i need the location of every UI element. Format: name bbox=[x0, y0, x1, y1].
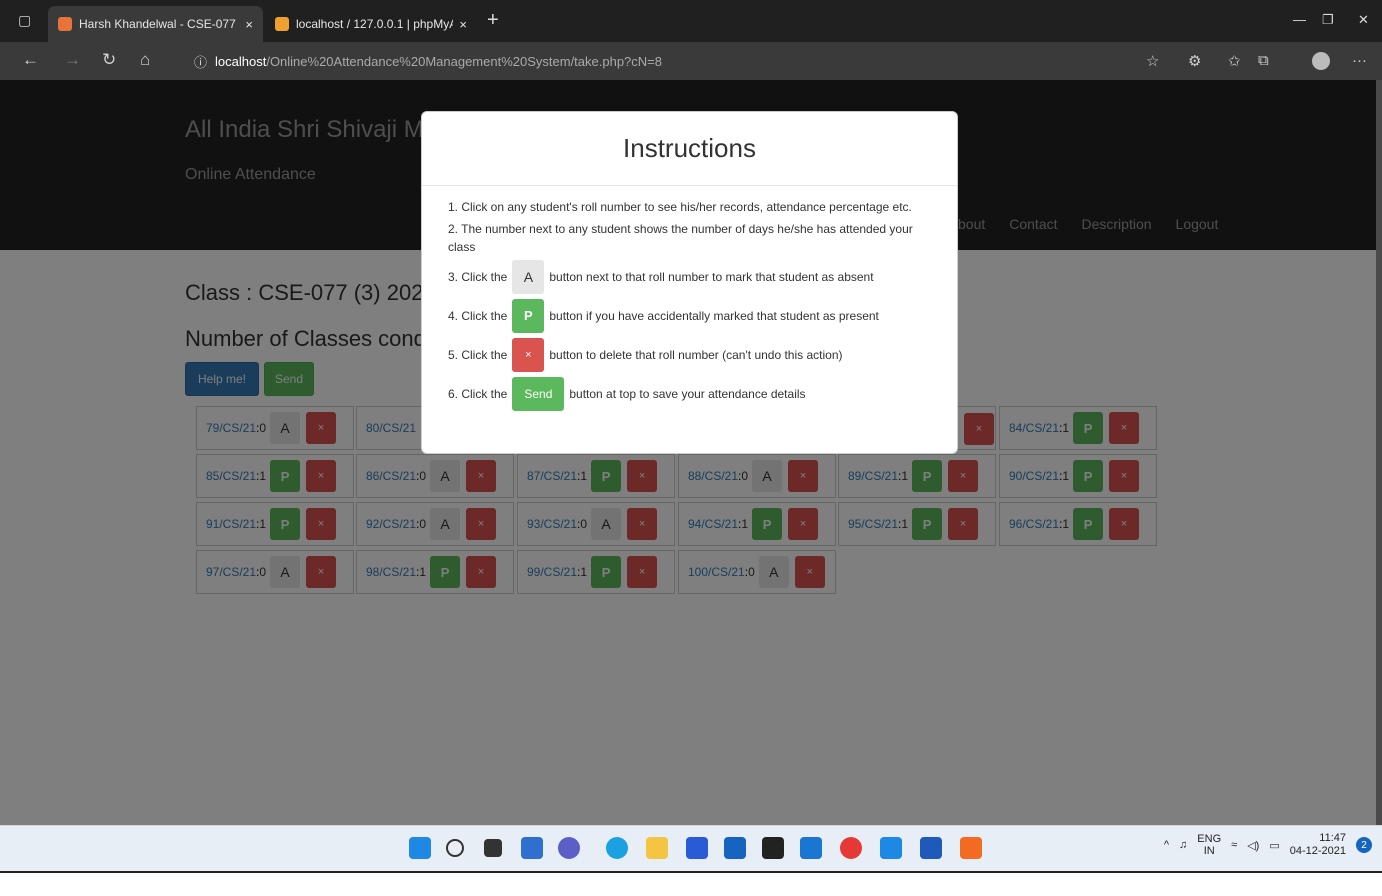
instruction-5-pre: 5. Click the bbox=[448, 348, 508, 362]
file-explorer-icon[interactable] bbox=[646, 837, 668, 859]
page-scrollbar[interactable] bbox=[1376, 80, 1382, 825]
instruction-6: 6. Click the Send button at top to save … bbox=[448, 377, 806, 411]
url-path: /Online%20Attendance%20Management%20Syst… bbox=[266, 53, 662, 69]
clock-time: 11:47 bbox=[1319, 832, 1346, 844]
clock-date: 04-12-2021 bbox=[1289, 845, 1346, 857]
tab-attendance[interactable]: Harsh Khandelwal - CSE-077 (3) · × bbox=[48, 6, 263, 42]
lang-bottom: IN bbox=[1203, 845, 1215, 857]
restore-button[interactable]: ❐ bbox=[1322, 12, 1334, 28]
notification-badge[interactable]: 2 bbox=[1356, 837, 1372, 853]
instruction-3-post: button next to that roll number to mark … bbox=[549, 270, 874, 284]
search-icon[interactable] bbox=[446, 839, 464, 857]
wifi-icon[interactable]: ≈ bbox=[1231, 839, 1237, 851]
microphone-icon[interactable]: ♫ bbox=[1179, 839, 1187, 851]
widgets-icon[interactable] bbox=[521, 837, 543, 859]
sample-delete-button: × bbox=[512, 338, 545, 372]
instruction-4: 4. Click the P button if you have accide… bbox=[448, 299, 879, 333]
instruction-2a: 2. The number next to any student shows … bbox=[448, 222, 913, 236]
browser-toolbar: ← → ↻ ⌂ ⓘ localhost/Online%20Attendance%… bbox=[0, 42, 1382, 80]
vscode-icon[interactable] bbox=[880, 837, 902, 859]
volume-icon[interactable]: ◁) bbox=[1247, 839, 1259, 852]
tab-phpmyadmin[interactable]: localhost / 127.0.0.1 | phpMyAdn × bbox=[265, 6, 477, 42]
chrome-icon[interactable] bbox=[840, 837, 862, 859]
dropbox-icon[interactable] bbox=[762, 837, 784, 859]
instruction-6-post: button at top to save your attendance de… bbox=[569, 387, 806, 401]
modal-title: Instructions bbox=[422, 112, 957, 186]
tab-title: Harsh Khandelwal - CSE-077 (3) · bbox=[79, 17, 239, 31]
close-window-button[interactable]: ✕ bbox=[1358, 12, 1369, 28]
address-bar[interactable]: ⓘ localhost/Online%20Attendance%20Manage… bbox=[180, 47, 1170, 75]
close-tab-icon[interactable]: × bbox=[459, 17, 467, 32]
instruction-5-post: button to delete that roll number (can't… bbox=[549, 348, 843, 362]
profile-avatar-icon[interactable] bbox=[1312, 52, 1330, 70]
app-icon[interactable] bbox=[800, 837, 822, 859]
instruction-3-pre: 3. Click the bbox=[448, 270, 508, 284]
tab-title: localhost / 127.0.0.1 | phpMyAdn bbox=[296, 17, 454, 31]
instruction-5: 5. Click the × button to delete that rol… bbox=[448, 338, 843, 372]
edge-icon[interactable] bbox=[606, 837, 628, 859]
sample-send-button: Send bbox=[512, 377, 565, 411]
instruction-3: 3. Click the A button next to that roll … bbox=[448, 260, 874, 294]
url-host: localhost bbox=[215, 53, 267, 69]
screen: ▢ Harsh Khandelwal - CSE-077 (3) · × loc… bbox=[0, 0, 1382, 896]
tab-actions-icon[interactable]: ▢ bbox=[18, 12, 31, 29]
new-tab-button[interactable]: + bbox=[487, 9, 499, 32]
close-tab-icon[interactable]: × bbox=[245, 17, 253, 32]
sample-present-button: P bbox=[512, 299, 545, 333]
forward-arrow-icon[interactable]: → bbox=[64, 50, 81, 70]
mail-icon[interactable] bbox=[724, 837, 746, 859]
system-tray: ^ ♫ ENG IN ≈ ◁) ▭ 11:47 04-12-2021 2 bbox=[1164, 832, 1372, 858]
site-info-icon[interactable]: ⓘ bbox=[194, 52, 207, 71]
back-arrow-icon[interactable]: ← bbox=[22, 50, 39, 70]
language-indicator[interactable]: ENG IN bbox=[1197, 833, 1221, 857]
bottom-strip bbox=[0, 871, 1382, 896]
instruction-2b: class bbox=[448, 240, 476, 254]
clock[interactable]: 11:47 04-12-2021 bbox=[1290, 832, 1346, 858]
windows-taskbar: ^ ♫ ENG IN ≈ ◁) ▭ 11:47 04-12-2021 2 bbox=[0, 825, 1382, 871]
refresh-icon[interactable]: ↻ bbox=[102, 50, 116, 70]
minimize-button[interactable]: — bbox=[1293, 12, 1306, 27]
start-icon[interactable] bbox=[409, 837, 431, 859]
web-page: All India Shri Shivaji M Online Attendan… bbox=[0, 80, 1376, 825]
collections-icon[interactable]: ⧉ bbox=[1258, 52, 1269, 69]
instruction-1: 1. Click on any student's roll number to… bbox=[448, 200, 912, 214]
browser-tab-bar: ▢ Harsh Khandelwal - CSE-077 (3) · × loc… bbox=[0, 0, 1382, 42]
battery-icon[interactable]: ▭ bbox=[1269, 839, 1279, 852]
store-icon[interactable] bbox=[686, 837, 708, 859]
lang-top: ENG bbox=[1197, 833, 1222, 845]
instruction-6-pre: 6. Click the bbox=[448, 387, 508, 401]
sample-absent-button: A bbox=[512, 260, 545, 294]
task-view-icon[interactable] bbox=[484, 839, 502, 857]
xampp-favicon-icon bbox=[58, 17, 72, 31]
home-icon[interactable]: ⌂ bbox=[140, 50, 150, 70]
extensions-icon[interactable]: ⚙ bbox=[1188, 52, 1201, 70]
chevron-up-icon[interactable]: ^ bbox=[1164, 839, 1169, 851]
xampp-icon[interactable] bbox=[960, 837, 982, 859]
instruction-4-post: button if you have accidentally marked t… bbox=[549, 309, 879, 323]
favorites-add-icon[interactable]: ☆ bbox=[1146, 52, 1159, 70]
instruction-4-pre: 4. Click the bbox=[448, 309, 508, 323]
instructions-modal: Instructions 1. Click on any student's r… bbox=[421, 111, 958, 454]
chat-icon[interactable] bbox=[558, 837, 580, 859]
favorites-icon[interactable]: ✩ bbox=[1228, 52, 1241, 70]
phpmyadmin-favicon-icon bbox=[275, 17, 289, 31]
more-menu-icon[interactable]: ··· bbox=[1352, 52, 1367, 69]
word-icon[interactable] bbox=[920, 837, 942, 859]
